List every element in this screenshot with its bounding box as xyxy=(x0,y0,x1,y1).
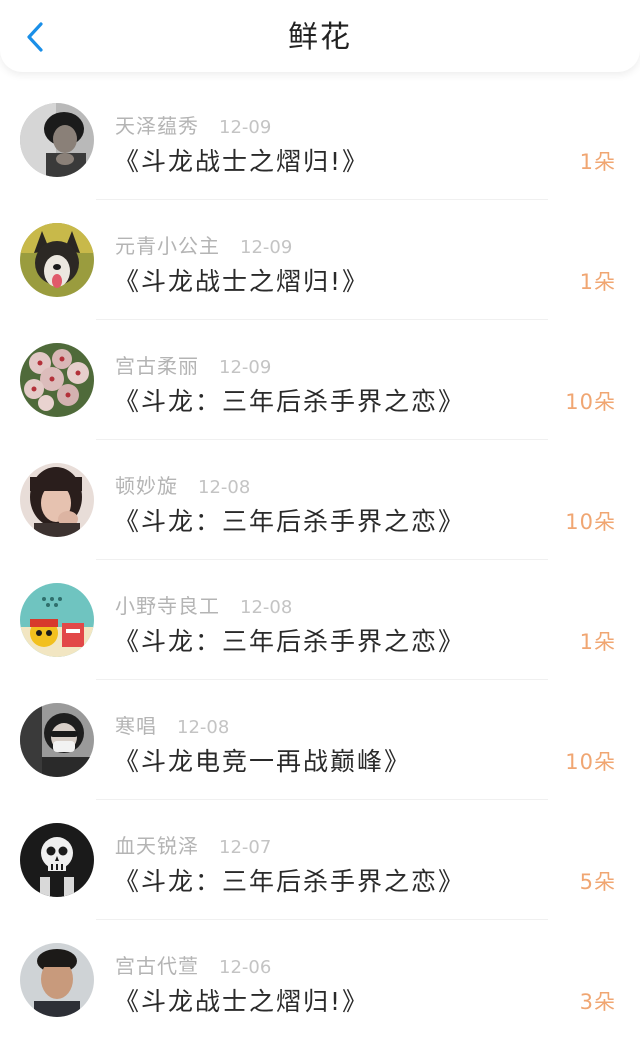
list-item[interactable]: 宫古柔丽 12-09 《斗龙：三年后杀手界之恋》 10朵 xyxy=(0,320,640,440)
flower-count: 1朵 xyxy=(579,270,616,294)
username: 元青小公主 xyxy=(115,234,220,258)
flower-count: 5朵 xyxy=(579,870,616,894)
date: 12-09 xyxy=(219,117,272,138)
date: 12-08 xyxy=(240,597,293,618)
book-title[interactable]: 《斗龙：三年后杀手界之恋》 xyxy=(114,862,465,898)
date: 12-06 xyxy=(219,957,272,978)
list-item[interactable]: 血天锐泽 12-07 《斗龙：三年后杀手界之恋》 5朵 xyxy=(0,800,640,920)
username: 宫古柔丽 xyxy=(115,354,199,378)
book-title[interactable]: 《斗龙战士之熠归!》 xyxy=(114,982,369,1018)
book-title[interactable]: 《斗龙：三年后杀手界之恋》 xyxy=(114,502,465,538)
avatar[interactable] xyxy=(20,223,94,297)
dog-image xyxy=(20,223,94,297)
masked-person-image xyxy=(20,703,94,777)
username: 天泽蕴秀 xyxy=(115,114,199,138)
top-bar: 鲜花 xyxy=(0,0,640,72)
list-item[interactable]: 顿妙旋 12-08 《斗龙：三年后杀手界之恋》 10朵 xyxy=(0,440,640,560)
avatar[interactable] xyxy=(20,583,94,657)
book-title[interactable]: 《斗龙：三年后杀手界之恋》 xyxy=(114,622,465,658)
list-item[interactable]: 宫古代萱 12-06 《斗龙战士之熠归!》 3朵 xyxy=(0,920,640,1040)
flower-count: 10朵 xyxy=(565,750,616,774)
cartoon-image xyxy=(20,583,94,657)
username: 小野寺良工 xyxy=(115,594,220,618)
page-title: 鲜花 xyxy=(288,20,352,55)
list-item[interactable]: 天泽蕴秀 12-09 《斗龙战士之熠归!》 1朵 xyxy=(0,80,640,200)
flower-count: 10朵 xyxy=(565,390,616,414)
list-item[interactable]: 小野寺良工 12-08 《斗龙：三年后杀手界之恋》 1朵 xyxy=(0,560,640,680)
book-title[interactable]: 《斗龙战士之熠归!》 xyxy=(114,142,369,178)
flower-gift-list: 天泽蕴秀 12-09 《斗龙战士之熠归!》 1朵 元青小公主 12-09 《斗龙战士… xyxy=(0,80,640,1040)
avatar[interactable] xyxy=(20,823,94,897)
book-title[interactable]: 《斗龙战士之熠归!》 xyxy=(114,262,369,298)
username: 宫古代萱 xyxy=(115,954,199,978)
flowers-image xyxy=(20,343,94,417)
date: 12-08 xyxy=(177,717,230,738)
person-portrait-image xyxy=(20,103,94,177)
flower-count: 3朵 xyxy=(579,990,616,1014)
flower-count: 1朵 xyxy=(579,150,616,174)
girl-portrait-image xyxy=(20,463,94,537)
boy-portrait-image xyxy=(20,943,94,1017)
username: 顿妙旋 xyxy=(115,474,178,498)
avatar[interactable] xyxy=(20,103,94,177)
list-item[interactable]: 元青小公主 12-09 《斗龙战士之熠归!》 1朵 xyxy=(0,200,640,320)
date: 12-08 xyxy=(198,477,251,498)
date: 12-09 xyxy=(240,237,293,258)
flower-count: 10朵 xyxy=(565,510,616,534)
flower-count: 1朵 xyxy=(579,630,616,654)
avatar[interactable] xyxy=(20,703,94,777)
date: 12-07 xyxy=(219,837,272,858)
avatar[interactable] xyxy=(20,343,94,417)
username: 寒唱 xyxy=(115,714,157,738)
list-item[interactable]: 寒唱 12-08 《斗龙电竞一再战巅峰》 10朵 xyxy=(0,680,640,800)
date: 12-09 xyxy=(219,357,272,378)
book-title[interactable]: 《斗龙电竞一再战巅峰》 xyxy=(114,742,411,778)
skull-image xyxy=(20,823,94,897)
book-title[interactable]: 《斗龙：三年后杀手界之恋》 xyxy=(114,382,465,418)
avatar[interactable] xyxy=(20,943,94,1017)
avatar[interactable] xyxy=(20,463,94,537)
username: 血天锐泽 xyxy=(115,834,199,858)
